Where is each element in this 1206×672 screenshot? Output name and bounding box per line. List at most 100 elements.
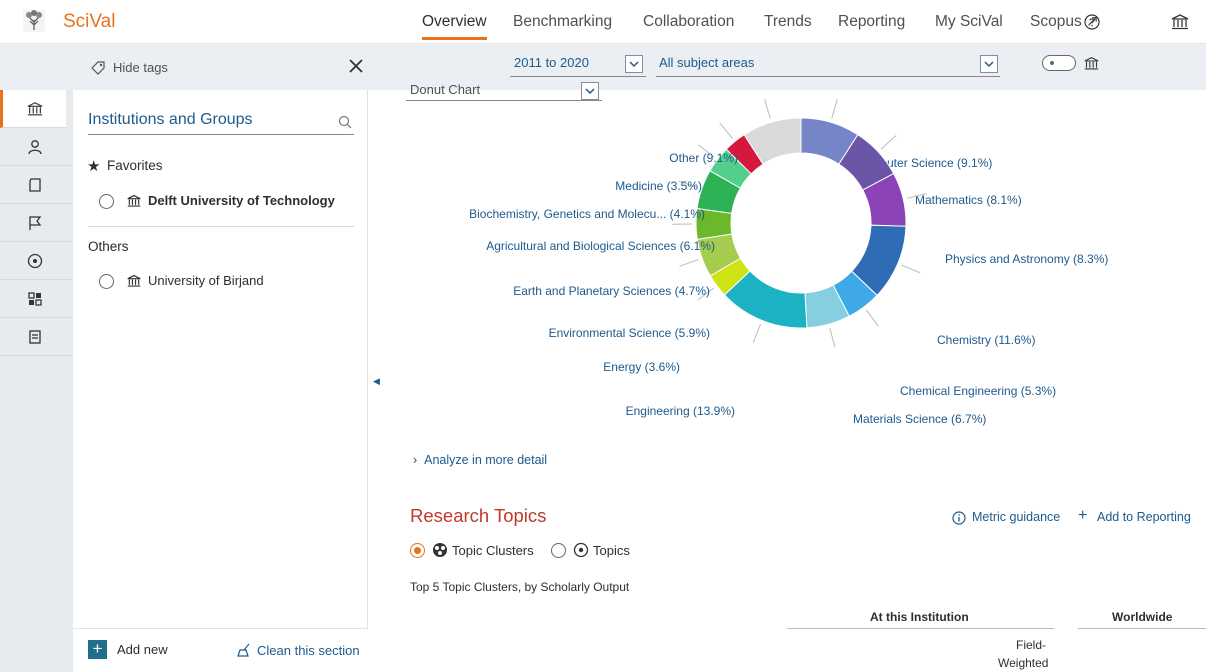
slice-leader-line bbox=[679, 259, 699, 267]
panel-title-underline bbox=[88, 134, 354, 135]
topic-cluster-icon bbox=[433, 543, 447, 557]
institution-icon bbox=[1084, 57, 1099, 70]
star-icon: ★ bbox=[87, 158, 101, 175]
nav-my-scival[interactable]: My SciVal bbox=[935, 0, 1003, 44]
slice-leader-line bbox=[752, 324, 762, 343]
chevron-down-icon bbox=[984, 61, 994, 68]
institution-delft[interactable]: Delft University of Technology bbox=[148, 193, 335, 208]
slice-leader-line bbox=[719, 122, 733, 139]
document-icon bbox=[29, 178, 41, 192]
grid-icon bbox=[28, 292, 42, 306]
slice-label[interactable]: Materials Science (6.7%) bbox=[853, 412, 986, 426]
slice-label[interactable]: Physics and Astronomy (8.3%) bbox=[945, 252, 1108, 266]
subject-select-underline bbox=[656, 76, 1000, 77]
slice-leader-line bbox=[866, 309, 879, 327]
institutions-panel bbox=[73, 90, 368, 672]
col-divider bbox=[1078, 628, 1206, 629]
analyze-detail-label: Analyze in more detail bbox=[424, 453, 548, 467]
top5-caption: Top 5 Topic Clusters, by Scholarly Outpu… bbox=[410, 580, 630, 594]
person-icon bbox=[28, 140, 42, 155]
tag-icon[interactable] bbox=[90, 60, 106, 76]
add-to-reporting-link[interactable]: Add to Reporting bbox=[1097, 510, 1191, 524]
slice-label[interactable]: Energy (3.6%) bbox=[603, 360, 680, 374]
view-toggle[interactable] bbox=[1042, 55, 1076, 71]
nav-trends[interactable]: Trends bbox=[764, 0, 812, 44]
nav-benchmarking[interactable]: Benchmarking bbox=[513, 0, 612, 44]
brand-name[interactable]: SciVal bbox=[63, 11, 115, 33]
others-heading: Others bbox=[88, 239, 129, 254]
col-fw-line1: Field- bbox=[1016, 638, 1047, 652]
institution-birjand[interactable]: University of Birjand bbox=[148, 273, 264, 288]
subject-select-value[interactable]: All subject areas bbox=[659, 55, 754, 70]
chevron-right-icon: › bbox=[413, 453, 425, 467]
leftnav-reports[interactable] bbox=[0, 318, 73, 356]
nav-overview[interactable]: Overview bbox=[422, 0, 487, 44]
institution-icon bbox=[27, 102, 43, 116]
toggle-knob bbox=[1050, 61, 1054, 65]
hide-tags-button[interactable]: Hide tags bbox=[113, 60, 168, 75]
left-icon-nav bbox=[0, 90, 73, 672]
slice-label[interactable]: Engineering (13.9%) bbox=[626, 404, 735, 418]
slice-leader-line bbox=[880, 135, 897, 150]
col-at-institution: At this Institution bbox=[870, 610, 969, 624]
slice-leader-line bbox=[901, 264, 921, 274]
slice-leader-line bbox=[829, 328, 836, 348]
slice-label[interactable]: Other (9.1%) bbox=[669, 151, 738, 165]
col-fw-line2: Weighted bbox=[998, 656, 1049, 670]
research-topics-title: Research Topics bbox=[410, 505, 547, 526]
period-dropdown-button[interactable] bbox=[625, 55, 643, 73]
leftnav-topics[interactable] bbox=[0, 242, 73, 280]
broom-icon[interactable] bbox=[237, 643, 251, 657]
slice-label[interactable]: Medicine (3.5%) bbox=[615, 179, 702, 193]
chevron-down-icon bbox=[629, 61, 639, 68]
flag-icon bbox=[29, 216, 42, 230]
add-new-label[interactable]: Add new bbox=[117, 642, 168, 657]
period-select-value[interactable]: 2011 to 2020 bbox=[514, 55, 589, 70]
topics-radio[interactable] bbox=[551, 543, 566, 558]
nav-collaboration[interactable]: Collaboration bbox=[643, 0, 734, 44]
report-icon bbox=[29, 330, 41, 344]
plus-icon[interactable]: + bbox=[1078, 507, 1087, 525]
slice-label[interactable]: Environmental Science (5.9%) bbox=[549, 326, 710, 340]
institution-icon bbox=[127, 274, 141, 287]
leftnav-countries[interactable] bbox=[0, 204, 73, 242]
leftnav-dashboard[interactable] bbox=[0, 280, 73, 318]
col-worldwide: Worldwide bbox=[1112, 610, 1173, 624]
favorites-heading: Favorites bbox=[107, 158, 163, 173]
slice-label[interactable]: Chemistry (11.6%) bbox=[937, 333, 1035, 347]
search-icon[interactable] bbox=[338, 115, 352, 129]
subject-dropdown-button[interactable] bbox=[980, 55, 998, 73]
clean-section-button[interactable]: Clean this section bbox=[257, 643, 360, 658]
topic-icon bbox=[573, 542, 589, 558]
slice-label[interactable]: Mathematics (8.1%) bbox=[915, 193, 1022, 207]
select-delft-radio[interactable] bbox=[99, 194, 114, 209]
slice-label[interactable]: Chemical Engineering (5.3%) bbox=[900, 384, 1056, 398]
topics-label[interactable]: Topics bbox=[593, 543, 630, 558]
select-birjand-radio[interactable] bbox=[99, 274, 114, 289]
elsevier-logo-icon bbox=[23, 10, 45, 32]
col-divider bbox=[787, 628, 1054, 629]
close-icon[interactable] bbox=[348, 58, 364, 74]
topic-clusters-radio[interactable] bbox=[410, 543, 425, 558]
slice-leader-line bbox=[764, 99, 771, 119]
add-new-button[interactable]: + bbox=[88, 640, 107, 659]
slice-leader-line bbox=[831, 99, 838, 119]
nav-reporting[interactable]: Reporting bbox=[838, 0, 905, 44]
help-icon[interactable] bbox=[1084, 14, 1100, 30]
metric-guidance-link[interactable]: Metric guidance bbox=[972, 510, 1060, 524]
institution-icon[interactable] bbox=[1171, 13, 1189, 31]
analyze-detail-link[interactable]: › Analyze in more detail bbox=[413, 453, 547, 467]
leftnav-publications[interactable] bbox=[0, 166, 73, 204]
leftnav-researchers[interactable] bbox=[0, 128, 73, 166]
topic-icon bbox=[27, 253, 43, 269]
info-icon[interactable] bbox=[952, 511, 966, 525]
leftnav-institutions[interactable] bbox=[0, 90, 66, 128]
subject-area-donut-chart: Computer Science (9.1%)Mathematics (8.1%… bbox=[469, 99, 1108, 426]
period-select-underline bbox=[510, 76, 646, 77]
slice-label[interactable]: Biochemistry, Genetics and Molecu... (4.… bbox=[469, 207, 705, 221]
panel-title: Institutions and Groups bbox=[88, 111, 253, 128]
divider bbox=[88, 226, 354, 227]
slice-label[interactable]: Earth and Planetary Sciences (4.7%) bbox=[513, 284, 710, 298]
slice-label[interactable]: Agricultural and Biological Sciences (6.… bbox=[486, 239, 715, 253]
topic-clusters-label[interactable]: Topic Clusters bbox=[452, 543, 534, 558]
